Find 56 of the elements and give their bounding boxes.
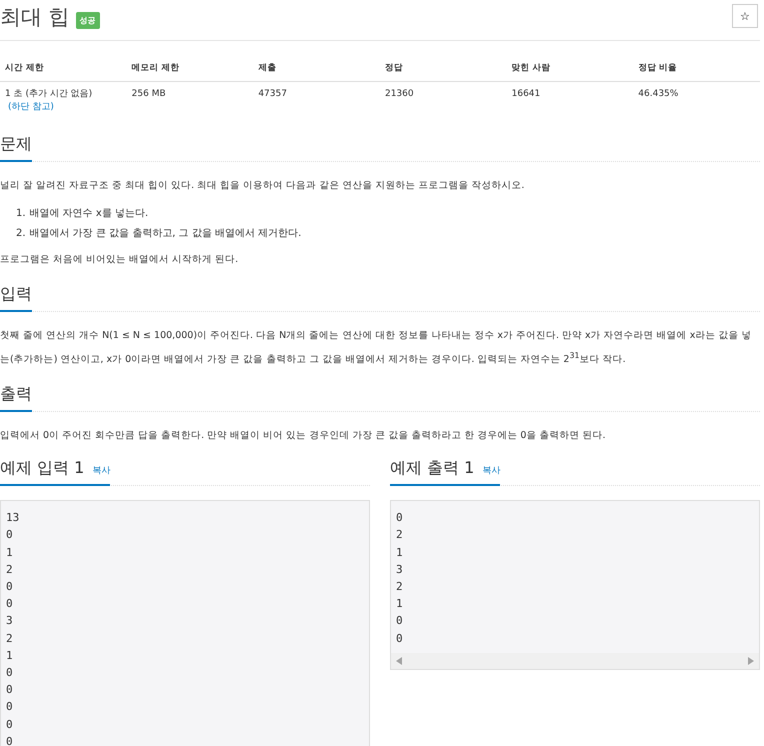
- paragraph: 프로그램은 처음에 비어있는 배열에서 시작하게 된다.: [0, 253, 240, 267]
- paragraph: 첫째 줄에 연산의 개수 N(1 ≤ N ≤ 100,000)이 주어진다. 다음 N개의 줄에는 연산에 대한 정보를 나타내는 정수 x가 주어진다. 만약 x가 자연수라면 배열에 x라는 값을 넣는(추가하는) 연산이고, x가 0이라면 배열에서 가장 큰 값을 출력하고 그 값을 배열에서 제거하는 경우이다. 입력되는 자연수는 2$^{31}$보다 작다.: [0, 329, 752, 368]
- table-cell: 16641: [512, 89, 540, 99]
- paragraph: 널리 잘 알려진 자료구조 중 최대 힙이 있다. 최대 힙을 이용하여 다음과 같은 연산을 지원하는 프로그램을 작성하시오.: [0, 179, 526, 193]
- code-line: 0: [6, 666, 13, 679]
- page-title: 최대 힙: [0, 4, 70, 31]
- code-line: 0: [6, 700, 13, 714]
- column-header: 맞힌 사람: [506, 55, 634, 82]
- table-cell: 256 MB: [132, 89, 166, 99]
- paragraph: 입력에서 0이 주어진 회수만큼 답을 출력한다. 만약 배열이 비어 있는 경우인데 가장 큰 값을 출력하라고 한 경우에는 0을 출력하면 된다.: [0, 429, 607, 444]
- section-heading: 입력: [0, 284, 32, 312]
- code-line: 3: [396, 562, 403, 576]
- code-line: 2: [396, 528, 403, 542]
- section-heading: 문제: [0, 134, 32, 162]
- column-header: 메모리 제한: [126, 55, 254, 82]
- code-line: 0: [6, 528, 13, 542]
- list-number: 2.: [16, 228, 26, 239]
- code-line: 0: [6, 597, 13, 610]
- code-line: 1: [6, 648, 13, 662]
- table-cell: 21360: [384, 89, 414, 99]
- status-badge: 성공: [76, 12, 100, 28]
- code-line: 1: [396, 546, 403, 559]
- section-heading: 출력: [0, 384, 32, 412]
- table-cell: 47357: [258, 89, 287, 99]
- sample-heading: 예제 입력 1: [0, 458, 84, 480]
- code-line: 0: [396, 614, 403, 628]
- horizontal-scrollbar[interactable]: [391, 652, 759, 669]
- column-header: 정답 비율: [633, 55, 760, 82]
- code-line: 0: [396, 511, 403, 524]
- code-line: 0: [6, 718, 13, 731]
- code-line: 2: [6, 562, 13, 576]
- code-line: 0: [396, 632, 403, 645]
- code-line: 1: [396, 597, 403, 610]
- list-item: 배열에 자연수 x를 넣는다.: [30, 208, 148, 219]
- list-number: 1.: [16, 208, 26, 219]
- scroll-right-icon[interactable]: [748, 656, 754, 665]
- scroll-left-icon[interactable]: [396, 656, 402, 665]
- sample-heading: 예제 출력 1: [390, 458, 474, 480]
- column-header: 정답: [380, 55, 507, 82]
- code-line: 2: [6, 632, 13, 645]
- column-header: 시간 제한: [0, 55, 127, 82]
- table-cell: 46.435%: [638, 89, 678, 99]
- code-line: 0: [6, 580, 13, 593]
- code-line: 2: [396, 580, 403, 593]
- code-line: 3: [6, 614, 13, 628]
- copy-link[interactable]: 복사: [482, 464, 500, 478]
- footnote-link[interactable]: (하단 참고): [8, 102, 54, 112]
- list-item: 배열에서 가장 큰 값을 출력하고, 그 값을 배열에서 제거한다.: [30, 228, 302, 239]
- column-header: 제출: [253, 55, 380, 82]
- code-line: 0: [6, 683, 13, 696]
- code-line: 1: [6, 546, 13, 559]
- code-line: 0: [6, 734, 13, 746]
- table-cell: 1 초 (추가 시간 없음) (하단 참고): [5, 89, 92, 112]
- code-line: 13: [6, 511, 20, 524]
- star-button[interactable]: ☆: [732, 4, 758, 28]
- copy-link[interactable]: 복사: [92, 464, 110, 478]
